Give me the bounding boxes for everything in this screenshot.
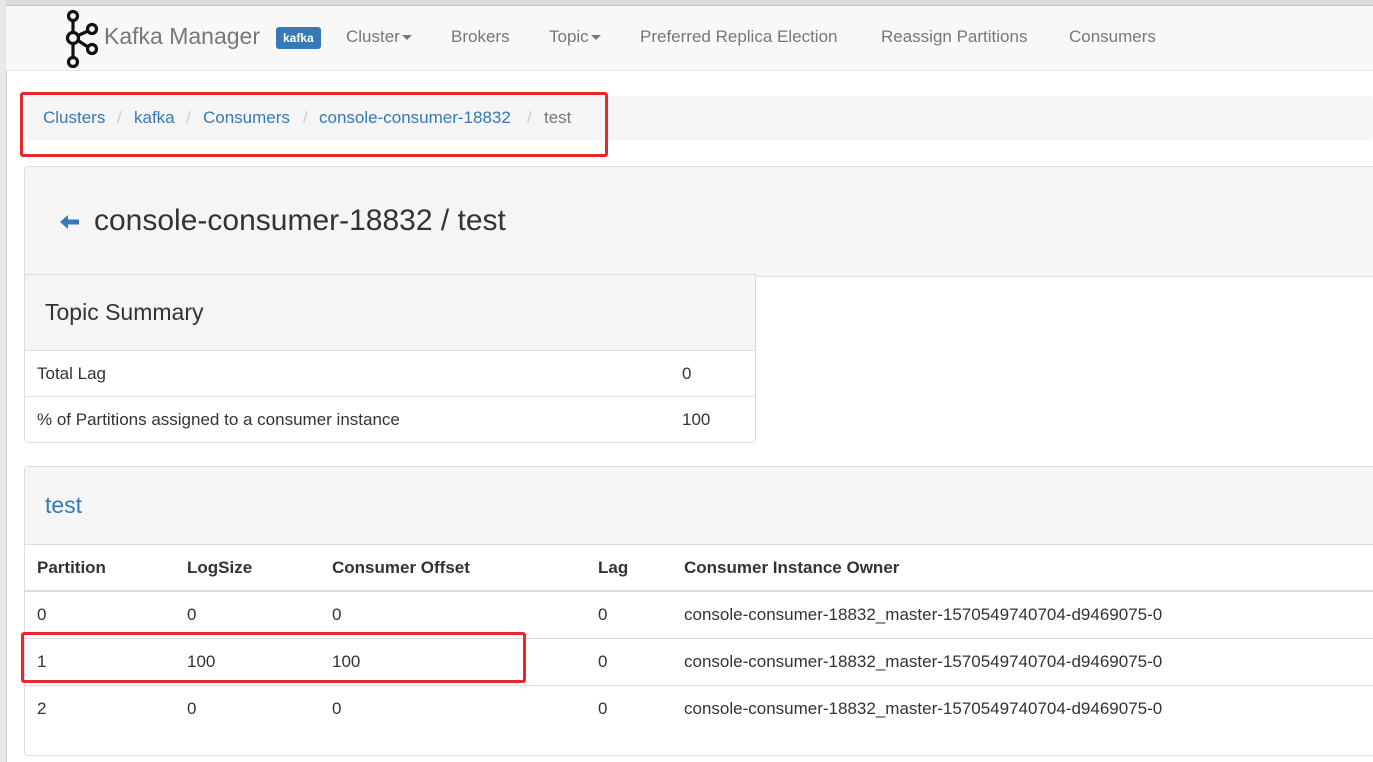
column-header-lag: Lag [598, 558, 629, 577]
cell-owner: console-consumer-18832_master-1570549740… [684, 605, 1163, 624]
table-row: 1 100 100 0 console-consumer-18832_maste… [25, 639, 1373, 686]
breadcrumb-separator: / [186, 108, 191, 127]
column-header-consumer-offset: Consumer Offset [332, 558, 470, 577]
caret-down-icon [590, 35, 601, 41]
nav-cluster-dropdown[interactable]: Cluster [346, 27, 412, 47]
window-edge [0, 0, 7, 762]
cell-lag: 0 [598, 605, 608, 624]
cluster-badge: kafka [276, 27, 321, 49]
cell-consumer-offset: 0 [332, 605, 342, 624]
nav-reassign-partitions[interactable]: Reassign Partitions [881, 27, 1027, 47]
column-header-consumer-instance-owner: Consumer Instance Owner [684, 558, 900, 577]
summary-value: 100 [682, 410, 711, 429]
cell-partition: 1 [37, 652, 47, 671]
arrow-left-icon[interactable] [60, 214, 80, 230]
breadcrumb-consumers[interactable]: Consumers [203, 108, 290, 128]
breadcrumb-separator: / [117, 108, 122, 127]
breadcrumb-separator: / [303, 108, 308, 127]
caret-down-icon [401, 35, 412, 41]
topic-partitions-panel: test Partition LogSize Consumer Offset L… [24, 466, 1373, 756]
page-header-panel: console-consumer-18832 / test [24, 166, 1373, 277]
topic-summary-header: Topic Summary [25, 275, 755, 351]
breadcrumb-kafka[interactable]: kafka [134, 108, 175, 128]
summary-row: Total Lag 0 [25, 351, 755, 397]
cell-partition: 2 [37, 699, 47, 718]
kafka-logo-icon [65, 9, 99, 69]
column-header-logsize: LogSize [187, 558, 253, 577]
cell-logsize: 0 [187, 699, 197, 718]
cell-lag: 0 [598, 699, 608, 718]
cell-consumer-offset: 0 [332, 699, 342, 718]
summary-row: % of Partitions assigned to a consumer i… [25, 397, 755, 442]
nav-topic-label: Topic [549, 27, 589, 46]
table-header-row: Partition LogSize Consumer Offset Lag Co… [25, 545, 1373, 592]
topic-summary-title: Topic Summary [45, 299, 204, 325]
breadcrumb: Clusters / kafka / Consumers / console-c… [26, 96, 1373, 140]
cell-logsize: 0 [187, 605, 197, 624]
topic-summary-panel: Topic Summary Total Lag 0 % of Partition… [24, 274, 756, 443]
summary-value: 0 [682, 364, 692, 383]
nav-topic-dropdown[interactable]: Topic [549, 27, 601, 47]
summary-label: Total Lag [37, 364, 106, 383]
cell-partition: 0 [37, 605, 47, 624]
cell-owner: console-consumer-18832_master-1570549740… [684, 652, 1163, 671]
nav-brokers[interactable]: Brokers [451, 27, 510, 47]
breadcrumb-clusters[interactable]: Clusters [43, 108, 105, 128]
navbar: Kafka Manager kafka Cluster Brokers Topi… [6, 6, 1373, 71]
breadcrumb-current-topic: test [544, 108, 572, 127]
summary-label: % of Partitions assigned to a consumer i… [37, 410, 400, 429]
cell-lag: 0 [598, 652, 608, 671]
nav-cluster-label: Cluster [346, 27, 400, 46]
cell-logsize: 100 [187, 652, 216, 671]
breadcrumb-consumer-group[interactable]: console-consumer-18832 [319, 108, 511, 128]
nav-preferred-replica-election[interactable]: Preferred Replica Election [640, 27, 837, 47]
brand-name: Kafka Manager [104, 22, 260, 49]
table-row: 2 0 0 0 console-consumer-18832_master-15… [25, 686, 1373, 732]
breadcrumb-separator: / [527, 108, 532, 127]
cell-owner: console-consumer-18832_master-1570549740… [684, 699, 1163, 718]
cell-consumer-offset: 100 [332, 652, 361, 671]
topic-partitions-header: test [25, 467, 1373, 545]
topic-link[interactable]: test [45, 492, 82, 519]
table-row: 0 0 0 0 console-consumer-18832_master-15… [25, 592, 1373, 639]
brand[interactable]: Kafka Manager [62, 8, 260, 70]
nav-consumers[interactable]: Consumers [1069, 27, 1156, 47]
column-header-partition: Partition [37, 558, 106, 577]
page-title: console-consumer-18832 / test [94, 204, 506, 237]
